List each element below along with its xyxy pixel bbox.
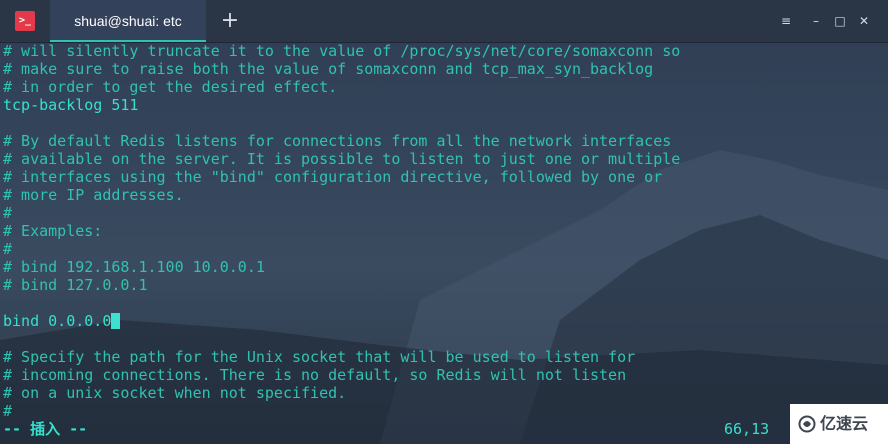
watermark: 亿速云: [790, 404, 888, 444]
editor-line: # Specify the path for the Unix socket t…: [3, 348, 636, 366]
editor-line: # will silently truncate it to the value…: [3, 42, 681, 60]
minimize-icon[interactable]: –: [808, 13, 824, 29]
editor-line-current: bind 0.0.0.0: [3, 312, 885, 330]
close-icon[interactable]: ✕: [856, 13, 872, 29]
editor-line: #: [3, 402, 13, 420]
editor-line: # By default Redis listens for connectio…: [3, 132, 672, 150]
editor-line: # make sure to raise both the value of s…: [3, 60, 654, 78]
editor-line: #: [3, 204, 13, 222]
new-tab-icon[interactable]: +: [218, 9, 242, 33]
tab-title: shuai@shuai: etc: [74, 13, 182, 29]
editor-line: # bind 127.0.0.1: [3, 276, 148, 294]
editor-line: # incoming connections. There is no defa…: [3, 366, 627, 384]
editor-line: # available on the server. It is possibl…: [3, 150, 681, 168]
terminal-app-icon[interactable]: >_: [15, 11, 35, 31]
watermark-text: 亿速云: [820, 414, 869, 433]
editor-text-area[interactable]: # will silently truncate it to the value…: [3, 42, 885, 420]
editor-line: # Examples:: [3, 222, 103, 240]
editor-line: #: [3, 240, 13, 258]
vim-mode-indicator: -- 插入 --: [3, 420, 88, 438]
tab-terminal[interactable]: shuai@shuai: etc: [50, 0, 206, 42]
editor-line: # bind 192.168.1.100 10.0.0.1: [3, 258, 265, 276]
cursor-position: 66,13: [724, 420, 770, 438]
maximize-icon[interactable]: □: [832, 13, 848, 29]
watermark-logo-icon: [798, 415, 816, 433]
editor-line: # more IP addresses.: [3, 186, 184, 204]
text-cursor: [111, 313, 121, 329]
current-line-text: bind 0.0.0.0: [3, 312, 112, 330]
editor-line: tcp-backlog 511: [3, 96, 139, 114]
editor-line: # interfaces using the "bind" configurat…: [3, 168, 663, 186]
editor-line: # in order to get the desired effect.: [3, 78, 338, 96]
menu-icon[interactable]: ≡: [778, 13, 794, 29]
title-bar: >_ shuai@shuai: etc + ≡ – □ ✕: [0, 0, 888, 43]
editor-line: # on a unix socket when not specified.: [3, 384, 347, 402]
